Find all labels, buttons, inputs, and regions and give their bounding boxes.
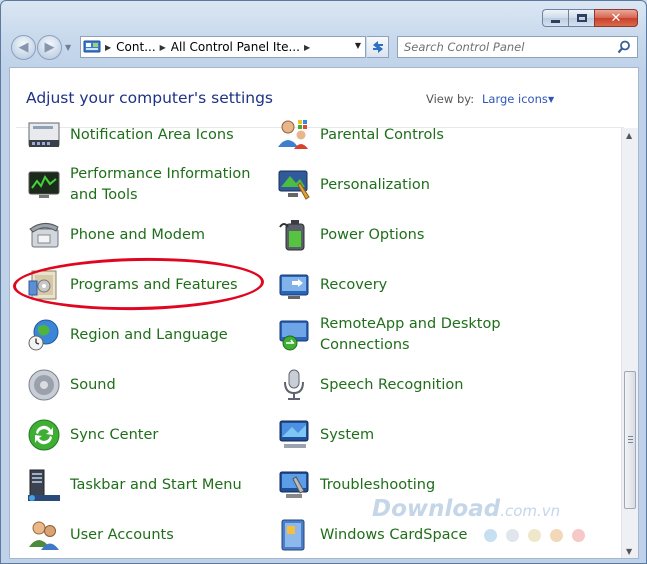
- scrollbar-grip-icon: [628, 436, 633, 443]
- system-icon: [279, 420, 309, 448]
- item-taskbar-and-start-menu[interactable]: Taskbar and Start Menu: [26, 463, 242, 507]
- taskbar-icon: [28, 469, 60, 501]
- search-box: [397, 36, 638, 58]
- personalization-icon: [278, 170, 310, 200]
- battery-plug-icon: [279, 220, 305, 251]
- item-speech-recognition[interactable]: Speech Recognition: [276, 363, 463, 407]
- watermark-dot: [484, 529, 497, 542]
- recent-pages-dropdown[interactable]: ▼: [65, 43, 71, 52]
- scroll-up-icon[interactable]: ▲: [626, 131, 632, 140]
- chevron-down-icon[interactable]: ▼: [548, 95, 554, 104]
- speaker-icon: [28, 369, 60, 401]
- breadcrumb-separator-icon[interactable]: ▶: [160, 43, 166, 52]
- item-recovery[interactable]: Recovery: [276, 263, 387, 307]
- item-phone-and-modem[interactable]: Phone and Modem: [26, 213, 205, 257]
- view-by-label: View by:: [426, 92, 475, 106]
- item-label: Notification Area Icons: [70, 126, 234, 143]
- page-title: Adjust your computer's settings: [26, 89, 273, 107]
- watermark-brand: Download: [372, 496, 501, 522]
- caption-buttons: ✕: [542, 9, 638, 27]
- search-input[interactable]: [404, 38, 614, 56]
- control-panel-content: Adjust your computer's settings View by:…: [9, 67, 639, 559]
- item-label: Windows CardSpace: [320, 526, 468, 543]
- close-icon: ✕: [610, 10, 622, 26]
- breadcrumb-separator-icon[interactable]: ▶: [105, 43, 111, 52]
- control-panel-window: ✕ ◀ ▶ ▼ ▶ Cont... ▶ All Control Panel It…: [0, 0, 647, 564]
- item-label: Power Options: [320, 226, 425, 243]
- minimize-icon: [551, 19, 560, 23]
- scroll-down-icon[interactable]: ▼: [626, 547, 632, 556]
- item-parental-controls[interactable]: Parental Controls: [276, 113, 444, 157]
- breadcrumb-separator-icon[interactable]: ▶: [304, 43, 310, 52]
- item-label: Region and Language: [70, 326, 228, 343]
- performance-monitor-icon: [28, 171, 60, 198]
- watermark-dots: [484, 529, 594, 542]
- item-label: Recovery: [320, 276, 388, 293]
- arrow-right-icon: ▶: [44, 40, 55, 55]
- watermark-dot: [528, 529, 541, 542]
- globe-clock-icon: [28, 319, 59, 351]
- item-remoteapp-connections[interactable]: RemoteApp and Desktop Connections: [276, 313, 520, 357]
- refresh-button[interactable]: [367, 36, 389, 58]
- item-label: Phone and Modem: [70, 226, 206, 243]
- recovery-icon: [279, 274, 309, 299]
- users-icon: [29, 521, 59, 550]
- back-button[interactable]: ◀: [11, 35, 36, 60]
- navigation-buttons: ◀ ▶ ▼: [11, 35, 71, 60]
- address-dropdown-icon[interactable]: ▼: [355, 41, 361, 50]
- notification-area-icon: [28, 122, 60, 147]
- breadcrumb-control-panel[interactable]: Cont...: [116, 40, 155, 54]
- watermark-suffix: .com.vn: [500, 502, 561, 520]
- item-notification-area-icons[interactable]: Notification Area Icons: [26, 113, 234, 157]
- item-region-and-language[interactable]: Region and Language: [26, 313, 228, 357]
- scrollbar-thumb[interactable]: [624, 371, 636, 509]
- maximize-button[interactable]: [568, 9, 594, 27]
- maximize-icon: [576, 14, 587, 22]
- item-label: User Accounts: [70, 526, 174, 543]
- item-sound[interactable]: Sound: [26, 363, 116, 407]
- item-label: Taskbar and Start Menu: [70, 476, 242, 493]
- microphone-icon: [284, 369, 304, 400]
- item-label: Parental Controls: [320, 126, 444, 143]
- item-system[interactable]: System: [276, 413, 374, 457]
- item-power-options[interactable]: Power Options: [276, 213, 424, 257]
- vertical-scrollbar[interactable]: ▲ ▼: [621, 128, 638, 558]
- item-label: Personalization: [320, 176, 430, 193]
- watermark-dot: [506, 529, 519, 542]
- troubleshooting-icon: [279, 471, 309, 498]
- item-label: RemoteApp and Desktop Connections: [320, 316, 501, 353]
- search-icon[interactable]: [617, 40, 631, 54]
- watermark-dot: [550, 529, 563, 542]
- arrow-left-icon: ◀: [18, 40, 29, 55]
- phone-icon: [29, 223, 59, 248]
- item-label: Troubleshooting: [320, 476, 436, 493]
- item-personalization[interactable]: Personalization: [276, 163, 430, 207]
- address-bar[interactable]: ▶ Cont... ▶ All Control Panel Ite... ▶ ▼: [80, 36, 366, 58]
- item-performance-information[interactable]: Performance Information and Tools: [26, 163, 260, 207]
- item-label: Sync Center: [70, 426, 159, 443]
- view-by-dropdown[interactable]: Large icons: [482, 92, 548, 106]
- parental-controls-icon: [278, 120, 308, 149]
- watermark-logo: Download.com.vn: [372, 496, 560, 522]
- watermark-dot: [572, 529, 585, 542]
- close-button[interactable]: ✕: [594, 9, 638, 27]
- control-panel-icon: [83, 40, 101, 53]
- item-label: Performance Information and Tools: [70, 166, 251, 203]
- item-user-accounts[interactable]: User Accounts: [26, 513, 174, 557]
- item-label: Sound: [70, 376, 116, 393]
- item-label: System: [320, 426, 375, 443]
- minimize-button[interactable]: [542, 9, 568, 27]
- item-label: Speech Recognition: [320, 376, 464, 393]
- sync-icon: [28, 419, 60, 451]
- refresh-icon: [372, 41, 383, 53]
- breadcrumb-all-items[interactable]: All Control Panel Ite...: [171, 40, 300, 54]
- cardspace-icon: [281, 519, 305, 551]
- remote-desktop-icon: [279, 320, 309, 351]
- forward-button[interactable]: ▶: [37, 35, 62, 60]
- item-sync-center[interactable]: Sync Center: [26, 413, 158, 457]
